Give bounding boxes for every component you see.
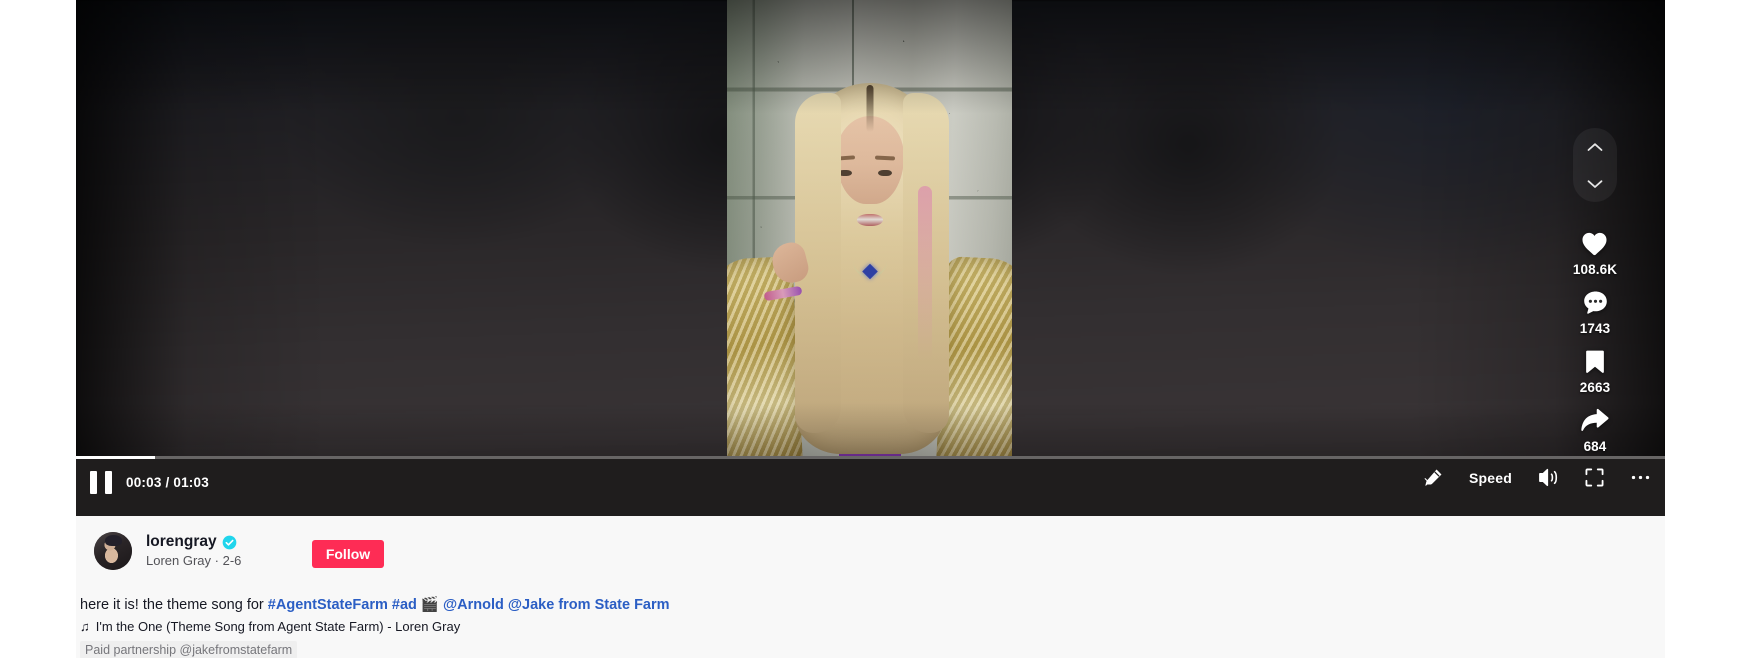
caption-mention-jake[interactable]: @Jake from State Farm: [508, 597, 670, 613]
video-player[interactable]: 108.6K 1743 2663 684: [76, 0, 1665, 516]
comment-button[interactable]: 1743: [1580, 287, 1610, 336]
author-display-line: Loren Gray · 2-6: [146, 553, 242, 568]
caption-hashtag-agentstatefarm[interactable]: #AgentStateFarm: [268, 597, 388, 613]
clapperboard-emoji-icon: 🎬: [420, 597, 439, 613]
control-bar-right: Speed: [1424, 468, 1651, 487]
like-count: 108.6K: [1572, 262, 1618, 277]
progress-bar-fill: [76, 456, 156, 459]
comment-icon: [1580, 287, 1610, 317]
share-button[interactable]: 684: [1580, 405, 1610, 454]
control-bar-left: 00:03 / 01:03: [90, 470, 209, 494]
share-icon: [1580, 405, 1610, 435]
volume-icon[interactable]: [1538, 468, 1559, 487]
bookmark-count: 2663: [1579, 380, 1611, 395]
progress-bar[interactable]: [76, 456, 1665, 459]
share-count: 684: [1583, 439, 1607, 454]
heart-icon: [1580, 228, 1610, 258]
video-vignette: [76, 0, 1665, 516]
clear-mode-icon[interactable]: [1424, 468, 1443, 487]
caption-text: here it is! the theme song for: [80, 597, 268, 613]
post-caption: here it is! the theme song for #AgentSta…: [80, 596, 670, 616]
like-button[interactable]: 108.6K: [1573, 228, 1617, 277]
action-rail: 108.6K 1743 2663 684: [1561, 128, 1629, 454]
author-meta: lorengray Loren Gray · 2-6: [146, 532, 241, 568]
verified-badge-icon: [222, 535, 237, 550]
time-display: 00:03 / 01:03: [126, 474, 209, 490]
author-username[interactable]: lorengray: [146, 533, 217, 551]
pause-bar-left: [90, 470, 97, 494]
caption-hashtag-ad[interactable]: #ad: [392, 597, 417, 613]
music-row[interactable]: ♫ I'm the One (Theme Song from Agent Sta…: [80, 619, 460, 634]
paid-partnership-chip[interactable]: Paid partnership @jakefromstatefarm: [80, 641, 298, 658]
music-note-icon: ♫: [80, 619, 90, 634]
caption-mention-arnold[interactable]: @Arnold: [443, 597, 504, 613]
post-info-panel: lorengray Loren Gray · 2-6 Follow here i…: [76, 516, 1665, 658]
music-title: I'm the One (Theme Song from Agent State…: [95, 619, 461, 634]
author-row: lorengray Loren Gray · 2-6: [94, 532, 241, 570]
player-control-bar: 00:03 / 01:03 Speed: [76, 456, 1665, 516]
comment-count: 1743: [1579, 321, 1611, 336]
chevron-up-icon[interactable]: [1584, 136, 1606, 158]
bookmark-button[interactable]: 2663: [1580, 346, 1610, 395]
pause-icon[interactable]: [90, 470, 112, 494]
author-name-line: lorengray: [146, 533, 241, 551]
pause-bar-right: [105, 470, 112, 494]
chevron-down-icon[interactable]: [1584, 173, 1606, 195]
avatar-image: [94, 532, 132, 570]
tiktok-video-page: 108.6K 1743 2663 684 00:03 / 01:03 Speed…: [0, 0, 1743, 658]
speed-button[interactable]: Speed: [1469, 470, 1512, 486]
bookmark-icon: [1580, 346, 1610, 376]
more-options-icon[interactable]: [1630, 474, 1651, 481]
fullscreen-icon[interactable]: [1585, 468, 1604, 487]
avatar[interactable]: [94, 532, 132, 570]
video-nav-pill[interactable]: [1573, 128, 1617, 202]
follow-button[interactable]: Follow: [312, 540, 384, 568]
